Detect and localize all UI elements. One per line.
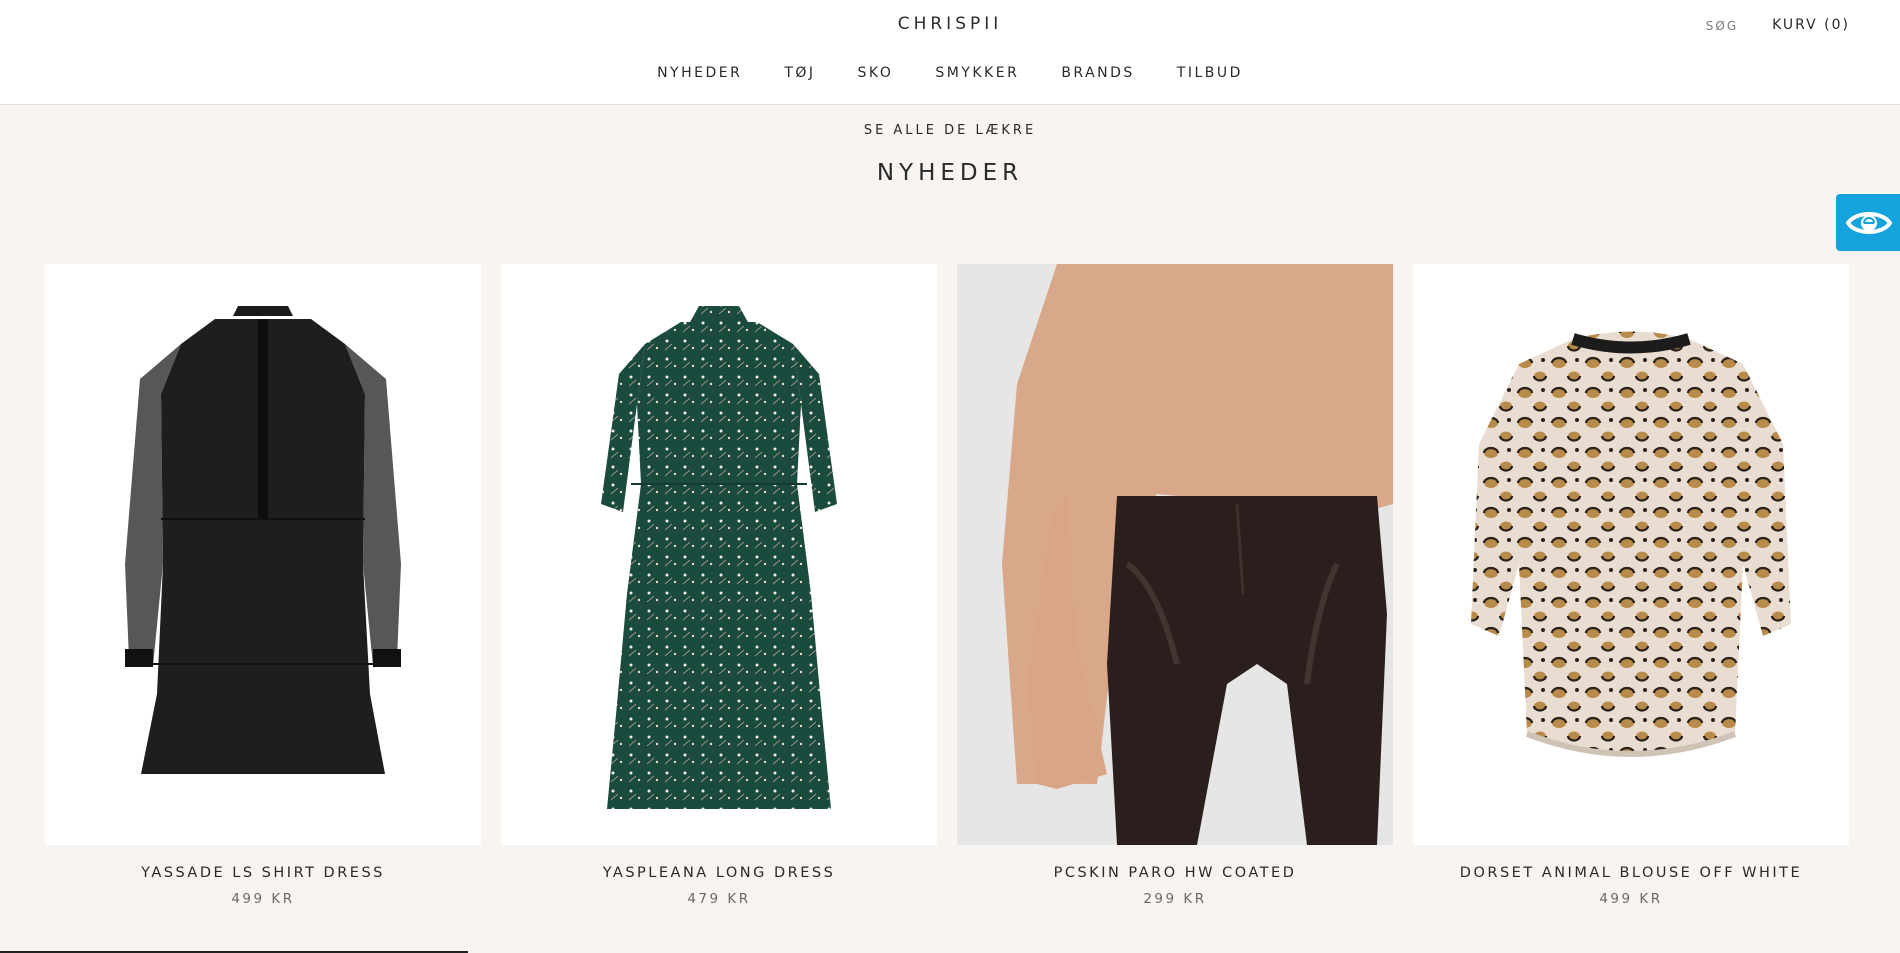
- black-shirt-dress-image: [125, 306, 401, 774]
- product-price: 499 KR: [231, 891, 295, 907]
- product-card[interactable]: PCSKIN PARO HW COATED 299 KR: [957, 264, 1393, 907]
- section-eyebrow: SE ALLE DE LÆKRE: [863, 123, 1037, 138]
- green-floral-dress-image: [601, 306, 837, 809]
- cart-link[interactable]: KURV (0): [1772, 17, 1850, 33]
- site-logo[interactable]: CHRISPII: [0, 14, 1900, 34]
- search-link[interactable]: SØG: [1706, 17, 1738, 33]
- nav-item-nyheder[interactable]: NYHEDER: [657, 65, 742, 81]
- header-actions: SØG KURV (0): [1706, 17, 1850, 33]
- accessibility-widget-button[interactable]: [1836, 194, 1900, 251]
- nav-item-smykker[interactable]: SMYKKER: [935, 65, 1019, 81]
- nav-item-toj[interactable]: TØJ: [784, 65, 815, 81]
- main-nav: NYHEDER TØJ SKO SMYKKER BRANDS TILBUD: [0, 65, 1900, 81]
- nav-item-sko[interactable]: SKO: [858, 65, 894, 81]
- product-name[interactable]: YASSADE LS SHIRT DRESS: [45, 865, 481, 881]
- product-card[interactable]: YASPLEANA LONG DRESS 479 KR: [501, 264, 937, 907]
- product-price: 299 KR: [1143, 891, 1207, 907]
- leopard-blouse-image: [1471, 331, 1791, 757]
- product-image[interactable]: [957, 264, 1393, 845]
- nav-item-tilbud[interactable]: TILBUD: [1177, 65, 1243, 81]
- product-name[interactable]: YASPLEANA LONG DRESS: [501, 865, 937, 881]
- product-price: 499 KR: [1599, 891, 1663, 907]
- site-header: CHRISPII SØG KURV (0) NYHEDER TØJ SKO SM…: [0, 0, 1900, 105]
- section-title: NYHEDER: [876, 160, 1024, 186]
- product-card[interactable]: YASSADE LS SHIRT DRESS 499 KR: [45, 264, 481, 907]
- product-image[interactable]: [501, 264, 937, 845]
- product-price: 479 KR: [687, 891, 751, 907]
- product-name[interactable]: DORSET ANIMAL BLOUSE OFF WHITE: [1413, 865, 1849, 881]
- product-card[interactable]: DORSET ANIMAL BLOUSE OFF WHITE 499 KR: [1413, 264, 1849, 907]
- coated-leggings-image: [957, 264, 1393, 845]
- product-image[interactable]: [1413, 264, 1849, 845]
- product-name[interactable]: PCSKIN PARO HW COATED: [957, 865, 1393, 881]
- product-image[interactable]: [45, 264, 481, 845]
- nav-item-brands[interactable]: BRANDS: [1061, 65, 1134, 81]
- eye-icon: [1846, 211, 1892, 234]
